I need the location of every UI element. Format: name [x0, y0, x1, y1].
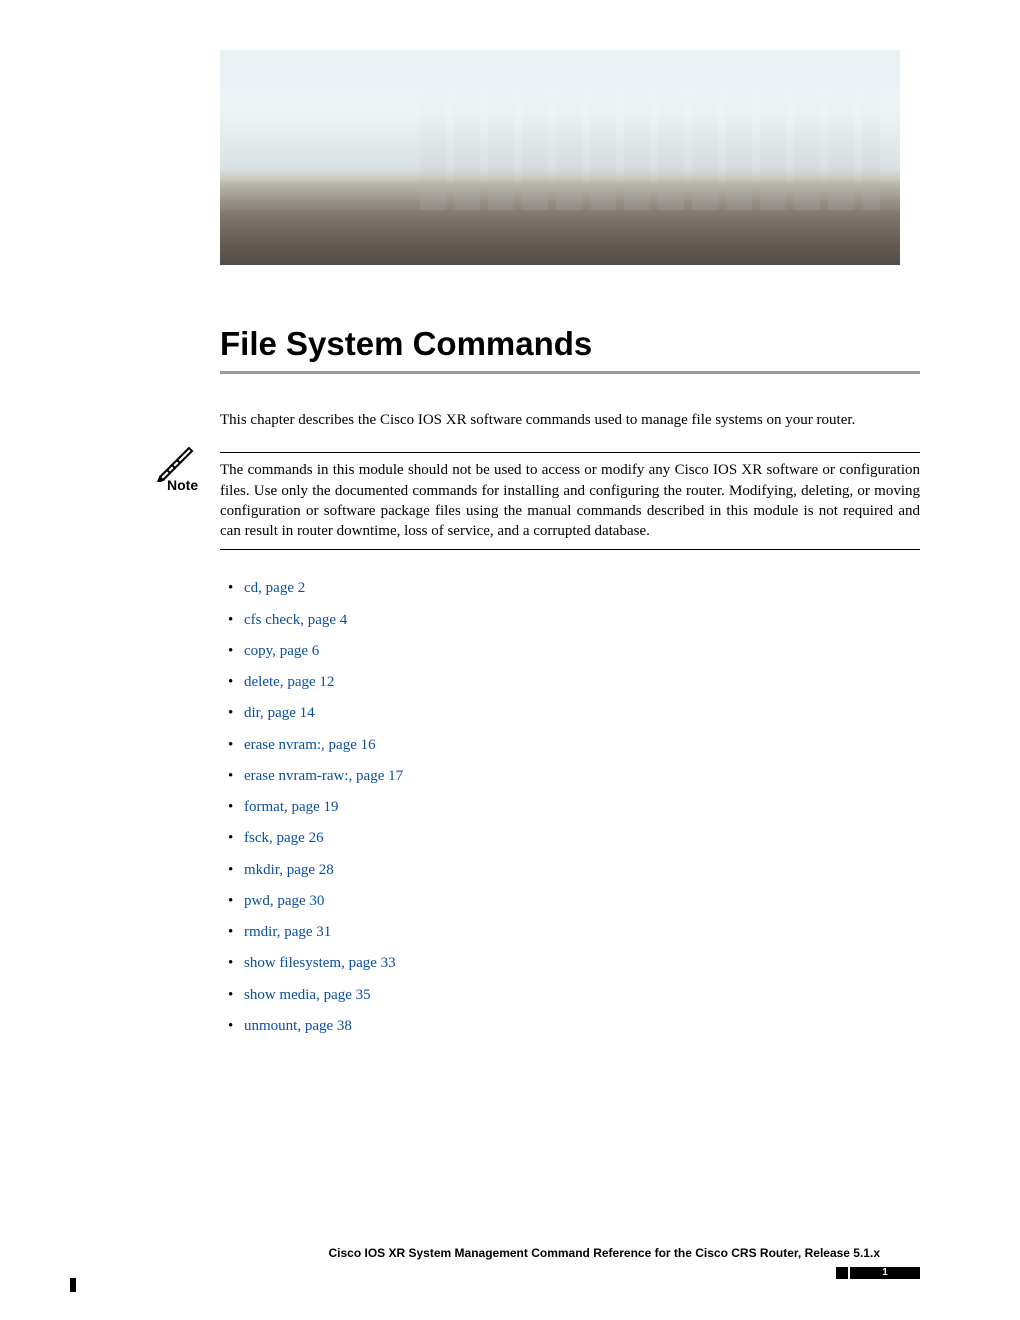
toc-link-erase-nvram-raw[interactable]: erase nvram-raw:, page 17: [244, 768, 403, 784]
toc-item: dir, page 14: [220, 703, 920, 723]
toc-item: erase nvram-raw:, page 17: [220, 766, 920, 786]
toc-link-mkdir[interactable]: mkdir, page 28: [244, 862, 334, 878]
toc-item: copy, page 6: [220, 641, 920, 661]
note-label: Note: [167, 477, 198, 493]
toc-list: cd, page 2 cfs check, page 4 copy, page …: [220, 578, 920, 1036]
toc-link-rmdir[interactable]: rmdir, page 31: [244, 924, 331, 940]
toc-item: pwd, page 30: [220, 891, 920, 911]
chapter-title: File System Commands: [220, 325, 920, 363]
toc-item: mkdir, page 28: [220, 860, 920, 880]
toc-link-unmount[interactable]: unmount, page 38: [244, 1018, 352, 1034]
toc-item: rmdir, page 31: [220, 922, 920, 942]
note-rule-bottom: [220, 549, 920, 550]
toc-item: unmount, page 38: [220, 1016, 920, 1036]
toc-link-show-filesystem[interactable]: show filesystem, page 33: [244, 955, 396, 971]
toc-item: format, page 19: [220, 797, 920, 817]
toc-item: erase nvram:, page 16: [220, 735, 920, 755]
toc-link-cfs-check[interactable]: cfs check, page 4: [244, 612, 347, 628]
toc-item: cfs check, page 4: [220, 610, 920, 630]
toc-link-delete[interactable]: delete, page 12: [244, 674, 334, 690]
toc-item: delete, page 12: [220, 672, 920, 692]
note-block: Note The commands in this module should …: [100, 452, 920, 550]
toc-link-dir[interactable]: dir, page 14: [244, 705, 315, 721]
toc-item: fsck, page 26: [220, 828, 920, 848]
page-footer: Cisco IOS XR System Management Command R…: [100, 1246, 920, 1292]
footer-bar: 1: [100, 1264, 920, 1282]
toc-item: show filesystem, page 33: [220, 953, 920, 973]
toc-link-show-media[interactable]: show media, page 35: [244, 987, 371, 1003]
toc-link-erase-nvram[interactable]: erase nvram:, page 16: [244, 737, 376, 753]
chapter-banner-image: [220, 50, 900, 265]
note-pencil-icon: [155, 442, 195, 482]
left-page-marker: [70, 1278, 76, 1292]
toc-item: cd, page 2: [220, 578, 920, 598]
toc-link-pwd[interactable]: pwd, page 30: [244, 893, 324, 909]
note-body: The commands in this module should not b…: [220, 453, 920, 549]
toc-link-fsck[interactable]: fsck, page 26: [244, 830, 324, 846]
toc-link-format[interactable]: format, page 19: [244, 799, 339, 815]
toc-link-cd[interactable]: cd, page 2: [244, 580, 305, 596]
toc-link-copy[interactable]: copy, page 6: [244, 643, 319, 659]
page-number: 1: [850, 1267, 920, 1279]
toc-item: show media, page 35: [220, 985, 920, 1005]
footer-doc-title: Cisco IOS XR System Management Command R…: [100, 1246, 920, 1260]
intro-paragraph: This chapter describes the Cisco IOS XR …: [220, 410, 920, 430]
title-underline: [220, 371, 920, 374]
